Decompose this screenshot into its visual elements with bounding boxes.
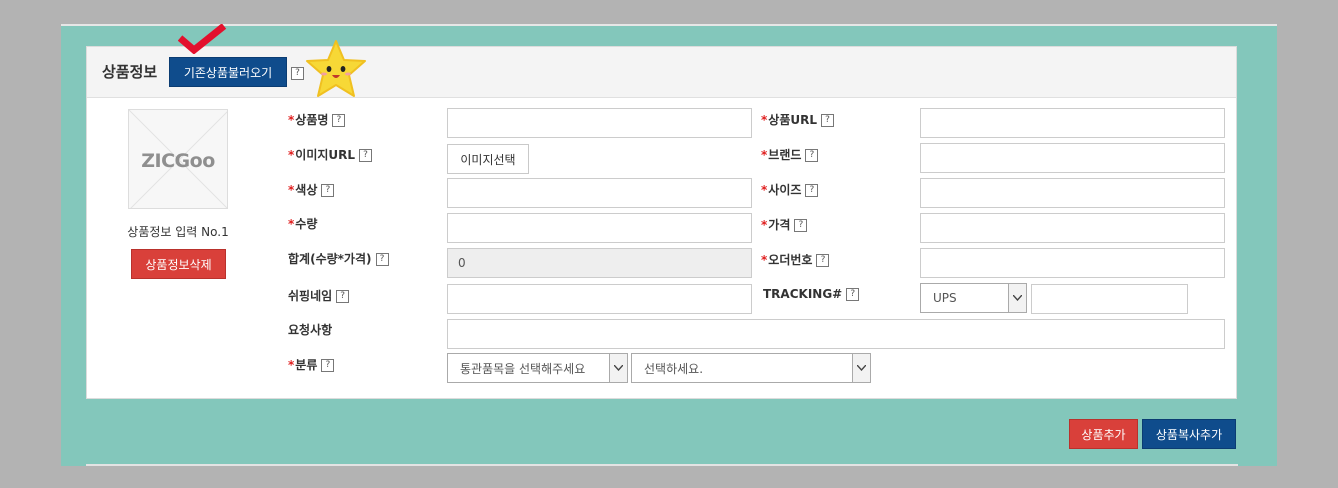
help-icon[interactable]: ? — [816, 254, 830, 267]
tracking-carrier-select[interactable]: UPS — [920, 283, 1027, 313]
label-color: *색상? — [288, 181, 335, 198]
label-tracking: TRACKING#? — [763, 287, 860, 301]
zicgoo-logo: ZICGoo — [141, 150, 215, 172]
product-info-panel: 상품정보 기존상품불러오기 ? ZICGoo 상품정보 입력 No.1 상품정보… — [86, 46, 1237, 399]
copy-add-product-button[interactable]: 상품복사추가 — [1142, 419, 1236, 449]
panel-header: 상품정보 기존상품불러오기 ? — [87, 47, 1236, 98]
help-icon[interactable]: ? — [846, 288, 860, 301]
checkmark-icon — [178, 24, 227, 54]
brand-input[interactable] — [920, 143, 1225, 173]
label-total: 합계(수량*가격)? — [288, 250, 389, 267]
label-brand: *브랜드? — [761, 146, 819, 163]
label-product-name: *상품명? — [288, 111, 346, 128]
chevron-down-icon — [609, 354, 627, 382]
customs-category-select[interactable]: 통관품목을 선택해주세요 — [447, 353, 628, 383]
help-icon[interactable]: ? — [821, 114, 834, 127]
help-icon[interactable]: ? — [321, 184, 335, 197]
tracking-number-input[interactable] — [1031, 284, 1188, 314]
category-select[interactable]: 선택하세요. — [631, 353, 871, 383]
request-input[interactable] — [447, 319, 1225, 349]
product-name-input[interactable] — [447, 108, 752, 138]
label-product-url: *상품URL? — [761, 111, 834, 128]
product-thumbnail: ZICGoo — [128, 109, 228, 209]
help-icon[interactable]: ? — [375, 253, 389, 266]
chevron-down-icon — [1008, 284, 1026, 312]
label-price: *가격? — [761, 216, 808, 233]
label-request: 요청사항 — [288, 323, 333, 337]
product-url-input[interactable] — [920, 108, 1225, 138]
shipping-name-input[interactable] — [447, 284, 752, 314]
label-shipping-name: 쉬핑네임? — [288, 287, 350, 304]
price-input[interactable] — [920, 213, 1225, 243]
help-icon[interactable]: ? — [321, 359, 335, 372]
help-icon[interactable]: ? — [805, 184, 819, 197]
load-existing-product-button[interactable]: 기존상품불러오기 — [169, 57, 287, 87]
category-value: 선택하세요. — [644, 361, 704, 376]
order-number-input[interactable] — [920, 248, 1225, 278]
help-icon[interactable]: ? — [805, 149, 819, 162]
label-order-number: *오더번호? — [761, 251, 830, 268]
entry-number: 상품정보 입력 No.1 — [127, 225, 229, 239]
label-size: *사이즈? — [761, 181, 819, 198]
label-image-url: *이미지URL? — [288, 146, 373, 163]
label-category: *분류? — [288, 356, 335, 373]
add-product-button[interactable]: 상품추가 — [1069, 419, 1138, 449]
label-quantity: *수량 — [288, 217, 318, 231]
tracking-carrier-value: UPS — [933, 291, 957, 305]
chevron-down-icon — [852, 354, 870, 382]
help-icon[interactable]: ? — [359, 149, 373, 162]
help-icon[interactable]: ? — [336, 290, 350, 303]
panel-title: 상품정보 — [102, 63, 158, 81]
star-mascot-icon — [306, 40, 366, 97]
size-input[interactable] — [920, 178, 1225, 208]
help-icon[interactable]: ? — [332, 114, 346, 127]
delete-product-info-button[interactable]: 상품정보삭제 — [131, 249, 226, 279]
image-select-button[interactable]: 이미지선택 — [447, 144, 529, 174]
total-input: 0 — [447, 248, 752, 278]
quantity-input[interactable] — [447, 213, 752, 243]
help-icon[interactable]: ? — [794, 219, 808, 232]
bottom-divider — [86, 464, 1238, 466]
color-input[interactable] — [447, 178, 752, 208]
customs-category-value: 통관품목을 선택해주세요 — [460, 361, 586, 376]
